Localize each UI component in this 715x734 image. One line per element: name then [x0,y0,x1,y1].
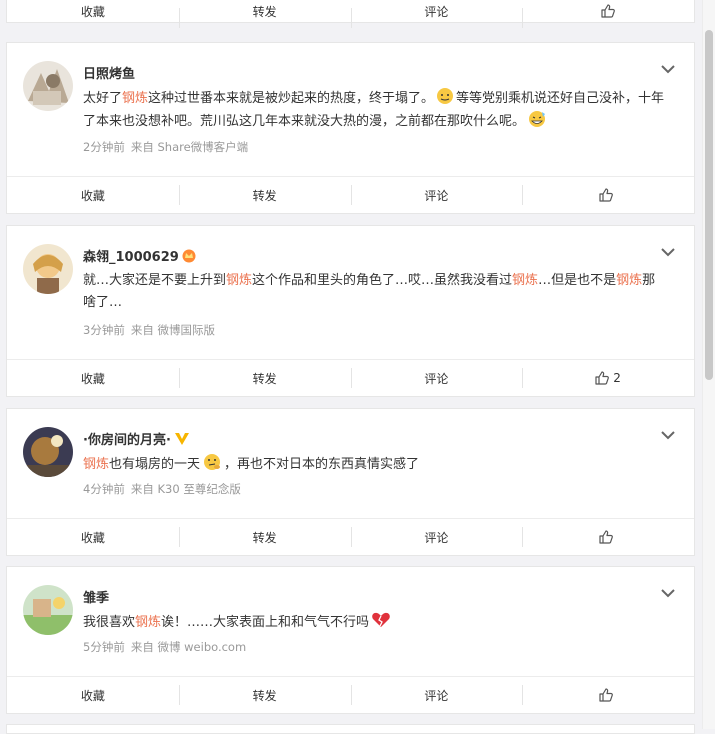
like-button[interactable] [522,0,694,28]
comment-label: 评论 [424,688,449,703]
repost-button[interactable]: 转发 [178,677,351,713]
comment-text: 我很喜欢钢炼诶！……大家表面上和和气气不行吗 [83,611,668,634]
comment-text: 钢炼也有塌房的一天 ，再也不对日本的东西真情实感了 [83,453,668,476]
source: 来自 微博国际版 [130,323,215,337]
chevron-down-icon[interactable] [660,587,676,599]
comment-label: 评论 [424,4,449,19]
comment-button[interactable]: 评论 [350,519,523,555]
favorite-label: 收藏 [80,371,105,386]
comment-card: 雏季 我很喜欢钢炼诶！……大家表面上和和气气不行吗 5分钟前 来自 微博 weib… [6,566,695,714]
meta: 4分钟前 来自 K30 至尊纪念版 [83,481,241,497]
comment-label: 评论 [424,188,449,203]
comment-button[interactable]: 评论 [350,0,523,28]
keyword-link[interactable]: 钢炼 [135,615,161,630]
avatar[interactable] [23,585,73,635]
comment-card: 森翎_1000629 就…大家还是不要上升到钢炼这个作品和里头的角色了…哎…虽然… [6,225,695,397]
timestamp: 3分钟前 [83,323,125,337]
chevron-down-icon[interactable] [660,429,676,441]
repost-button[interactable]: 转发 [178,0,351,28]
username[interactable]: 雏季 [83,587,109,606]
scrollbar-thumb[interactable] [705,30,713,380]
favorite-button[interactable]: 收藏 [7,0,179,22]
timestamp: 2分钟前 [83,140,125,154]
like-count: 2 [613,371,621,385]
favorite-button[interactable]: 收藏 [7,519,179,555]
action-bar: 收藏 转发 评论 [7,176,694,213]
repost-label: 转发 [252,188,277,203]
thumbs-up-icon [599,188,614,202]
keyword-link[interactable]: 钢炼 [83,457,109,472]
like-button[interactable]: 2 [522,360,694,396]
like-button[interactable] [522,519,694,555]
avatar[interactable] [23,244,73,294]
comment-card: ·你房间的月亮· 钢炼也有塌房的一天 ，再也不对日本的东西真情实感了 4分钟前 来自… [6,408,695,556]
scrollbar[interactable] [702,0,715,729]
partial-card-top: 收藏 转发 评论 [6,0,695,28]
comment-button[interactable]: 评论 [350,677,523,713]
timestamp: 4分钟前 [83,482,125,496]
meta: 3分钟前 来自 微博国际版 [83,322,215,338]
source: 来自 微博 weibo.com [130,640,247,654]
crown-badge-icon [182,249,196,262]
keyword-link[interactable]: 钢炼 [616,273,642,288]
partial-card-bottom [6,724,695,734]
action-bar: 收藏 转发 评论 [7,0,694,28]
keyword-link[interactable]: 钢炼 [512,273,538,288]
repost-button[interactable]: 转发 [178,519,351,555]
username[interactable]: ·你房间的月亮· [83,429,190,448]
like-button[interactable] [522,177,694,213]
repost-button[interactable]: 转发 [178,177,351,213]
keyword-link[interactable]: 钢炼 [226,273,252,288]
comment-label: 评论 [424,530,449,545]
repost-label: 转发 [252,371,277,386]
chevron-down-icon[interactable] [660,63,676,75]
source: 来自 K30 至尊纪念版 [130,482,241,496]
favorite-label: 收藏 [80,530,105,545]
favorite-label: 收藏 [80,688,105,703]
favorite-button[interactable]: 收藏 [7,177,179,213]
action-bar: 收藏 转发 评论 [7,676,694,713]
username[interactable]: 日照烤鱼 [83,63,135,82]
thinking-emoji-icon [204,454,221,470]
comment-card: 日照烤鱼 太好了钢炼这种过世番本来就是被炒起来的热度，终于塌了。 等等党别乘机说还… [6,42,695,214]
comment-button[interactable]: 评论 [350,360,523,396]
source: 来自 Share微博客户端 [130,140,249,154]
repost-button[interactable]: 转发 [178,360,351,396]
action-bar: 收藏 转发 评论 2 [7,359,694,396]
comment-text: 就…大家还是不要上升到钢炼这个作品和里头的角色了…哎…虽然我没看过钢炼…但是也不… [83,273,656,310]
timestamp: 5分钟前 [83,640,125,654]
comment-text: 太好了钢炼这种过世番本来就是被炒起来的热度，终于塌了。 等等党别乘机说还好自己没补… [83,87,668,133]
chevron-down-icon[interactable] [660,246,676,258]
vip-v-badge-icon [174,432,189,445]
comment-label: 评论 [424,371,449,386]
repost-label: 转发 [252,4,277,19]
favorite-label: 收藏 [80,4,105,19]
username[interactable]: 森翎_1000629 [83,246,196,265]
avatar[interactable] [23,427,73,477]
favorite-button[interactable]: 收藏 [7,677,179,713]
repost-label: 转发 [252,530,277,545]
action-bar: 收藏 转发 评论 [7,518,694,555]
comment-button[interactable]: 评论 [350,177,523,213]
favorite-label: 收藏 [80,188,105,203]
keyword-link[interactable]: 钢炼 [122,91,148,106]
sweat-smile-emoji-icon [437,88,454,104]
repost-label: 转发 [252,688,277,703]
grin-emoji-icon [529,111,546,127]
thumbs-up-icon [599,688,614,702]
like-button[interactable] [522,677,694,713]
avatar[interactable] [23,61,73,111]
favorite-button[interactable]: 收藏 [7,360,179,396]
meta: 2分钟前 来自 Share微博客户端 [83,139,248,155]
thumbs-up-icon [599,530,614,544]
thumbs-up-icon [595,371,610,385]
thumbs-up-icon [601,4,616,18]
broken-heart-icon [372,612,390,627]
meta: 5分钟前 来自 微博 weibo.com [83,639,246,655]
